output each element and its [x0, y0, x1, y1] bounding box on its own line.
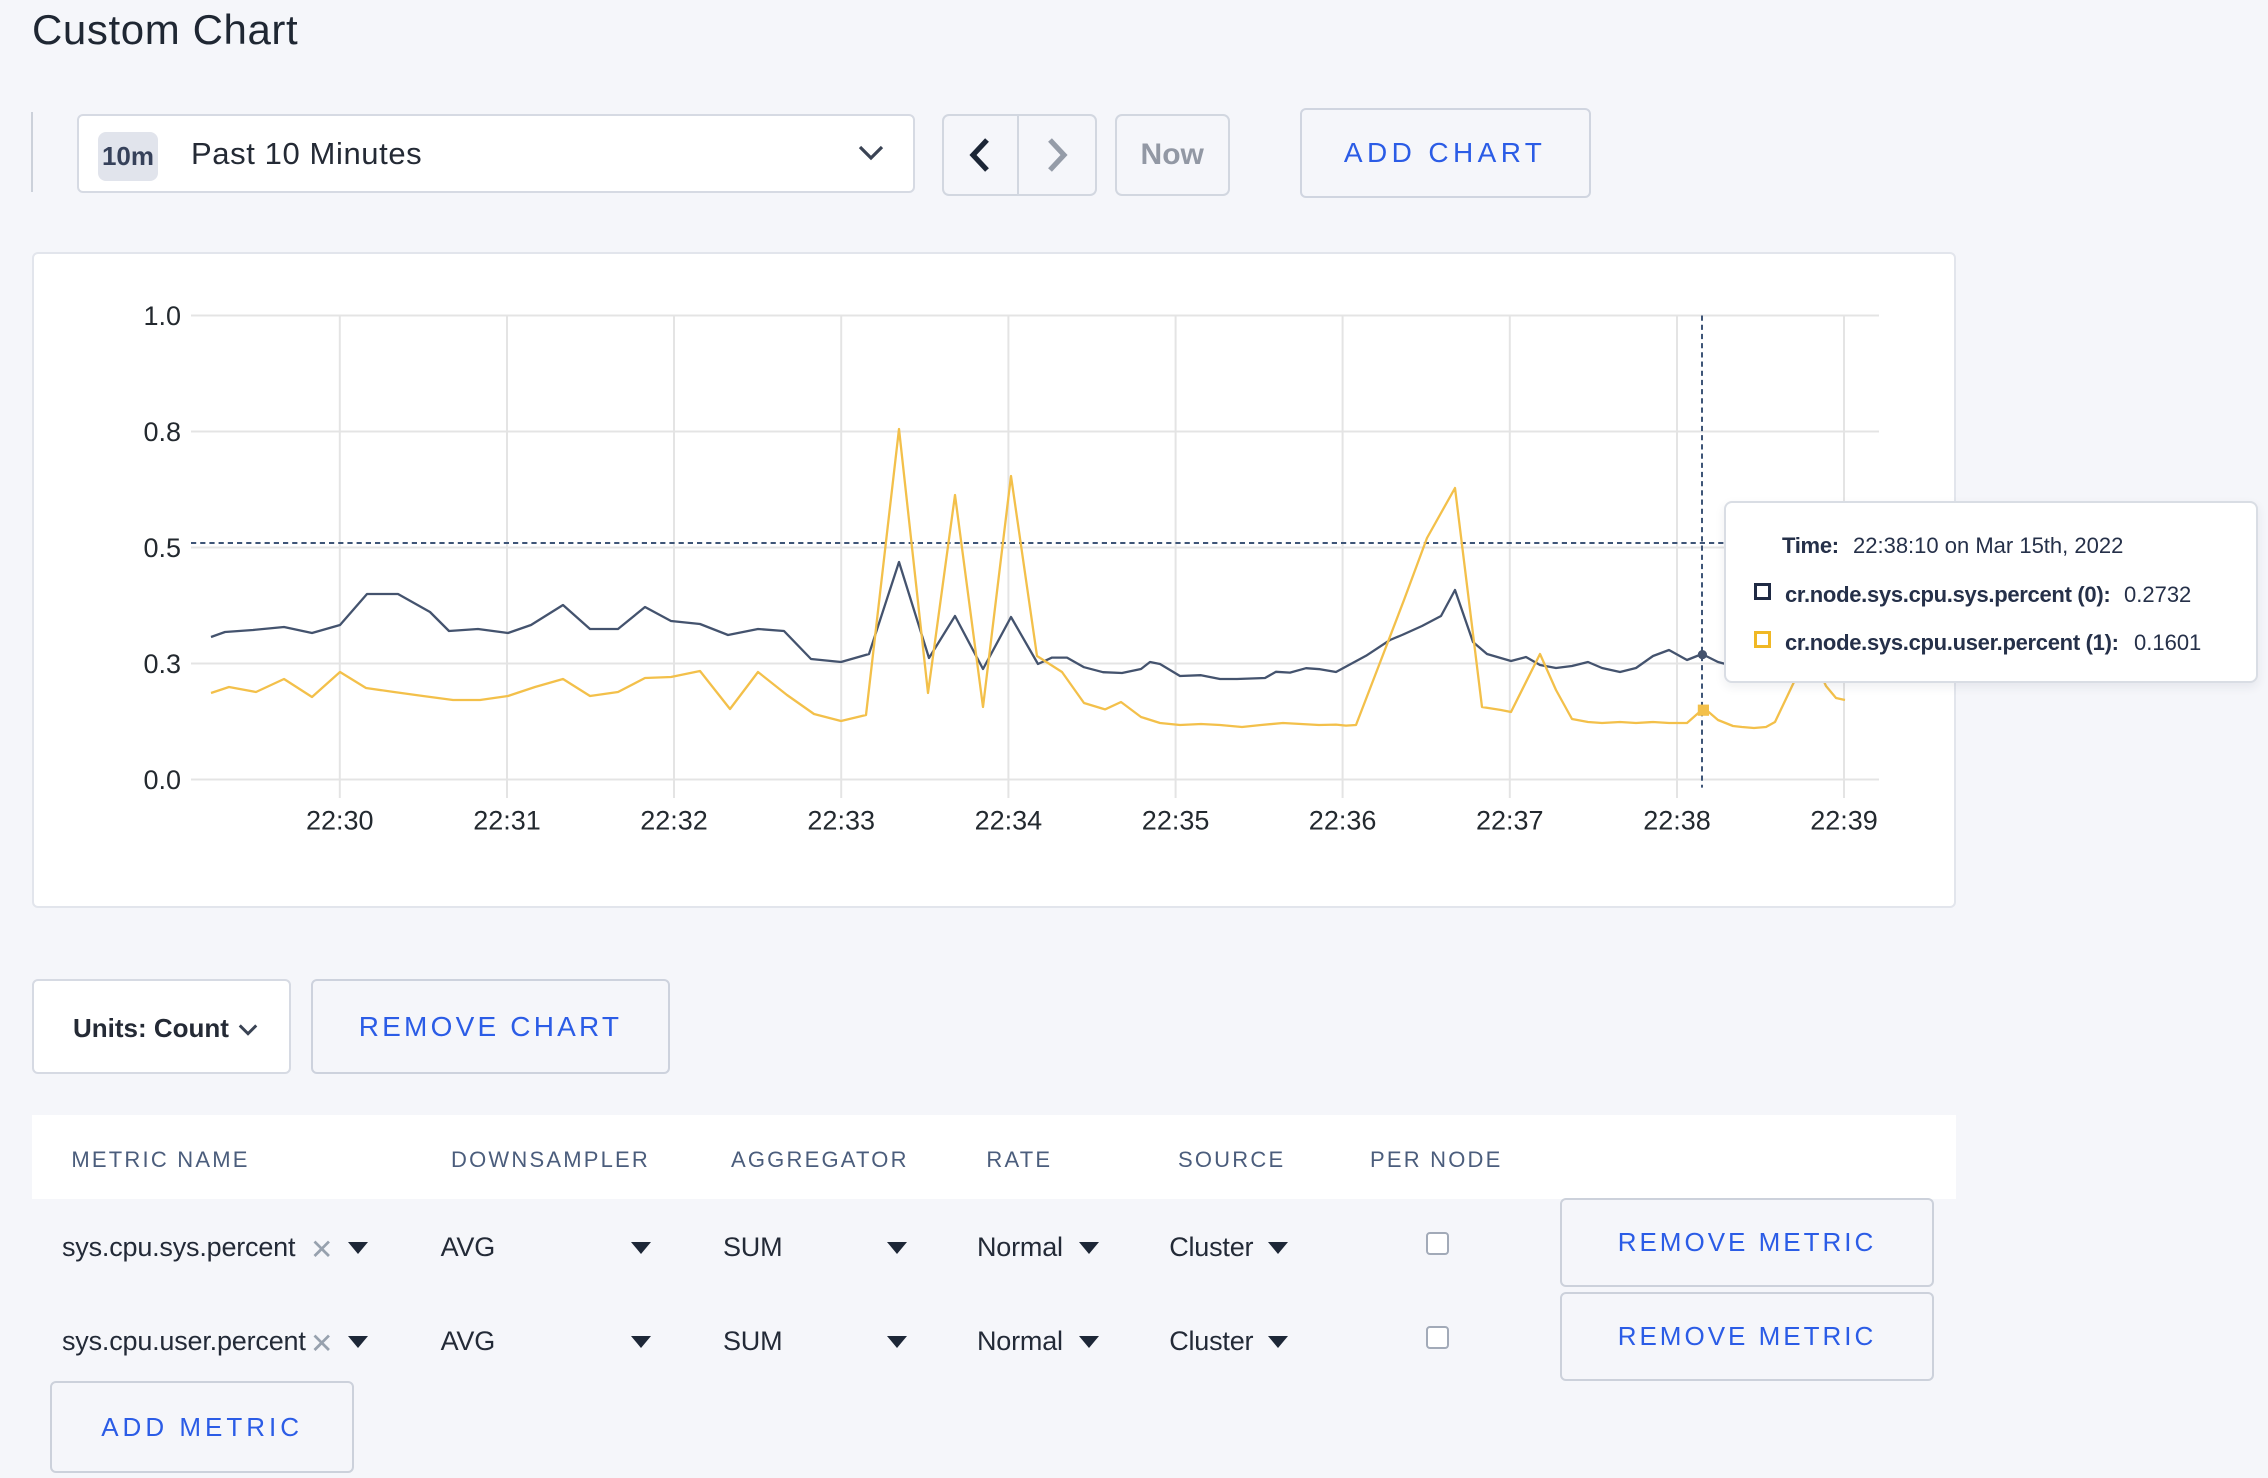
svg-text:0.3: 0.3	[143, 649, 181, 679]
svg-text:22:32: 22:32	[640, 806, 708, 836]
svg-text:22:36: 22:36	[1309, 806, 1377, 836]
svg-text:1.0: 1.0	[143, 301, 181, 331]
svg-text:0.5: 0.5	[143, 533, 181, 563]
svg-text:0.0: 0.0	[143, 765, 181, 795]
svg-text:22:34: 22:34	[975, 806, 1043, 836]
svg-text:22:35: 22:35	[1142, 806, 1210, 836]
svg-text:22:38: 22:38	[1643, 806, 1711, 836]
svg-text:22:30: 22:30	[306, 806, 374, 836]
svg-text:22:33: 22:33	[807, 806, 875, 836]
svg-text:0.8: 0.8	[143, 417, 181, 447]
svg-text:22:37: 22:37	[1476, 806, 1544, 836]
svg-text:22:39: 22:39	[1810, 806, 1878, 836]
svg-text:22:31: 22:31	[473, 806, 541, 836]
